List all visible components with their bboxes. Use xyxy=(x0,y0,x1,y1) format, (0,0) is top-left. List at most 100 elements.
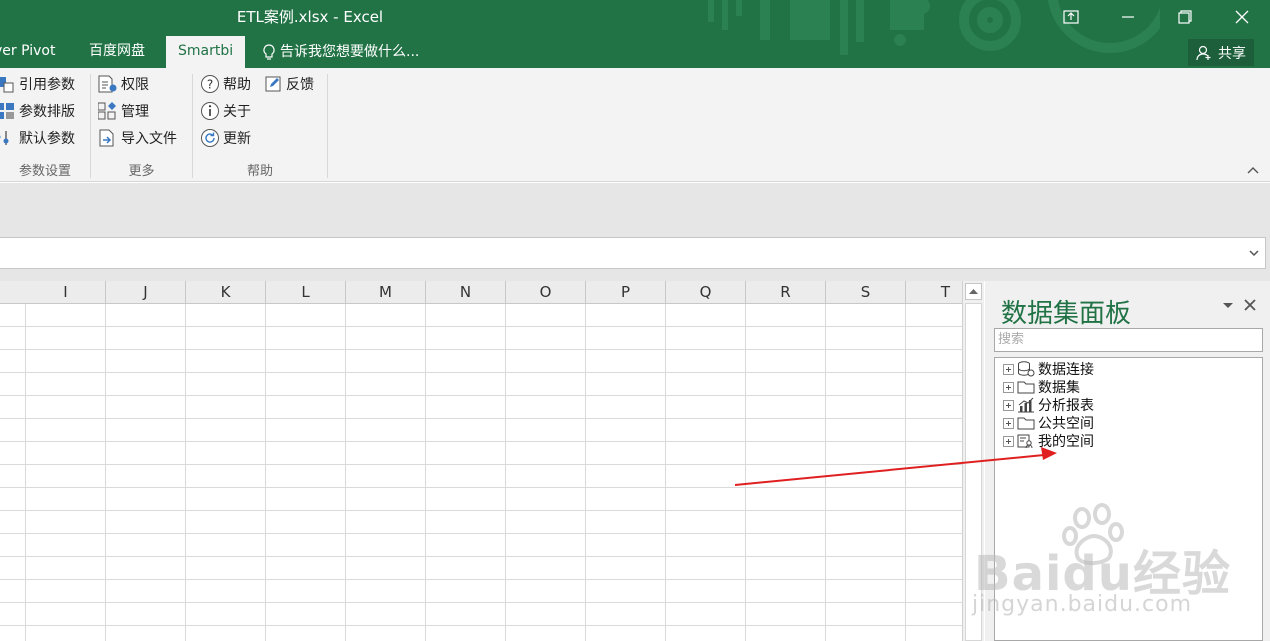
tab-smartbi[interactable]: Smartbi xyxy=(166,36,246,68)
column-header[interactable]: I xyxy=(26,281,106,304)
expand-plus-icon[interactable] xyxy=(1003,381,1014,393)
column-header[interactable]: O xyxy=(506,281,586,304)
row-gridline xyxy=(0,326,962,327)
help-icon: ? xyxy=(201,75,219,93)
chevron-down-icon[interactable] xyxy=(1247,246,1261,260)
expand-plus-icon[interactable] xyxy=(1003,435,1014,447)
manage-button[interactable]: 管理 xyxy=(98,99,149,123)
minimize-button[interactable] xyxy=(1099,0,1156,34)
param-layout-button[interactable]: 参数排版 xyxy=(0,99,75,123)
share-button[interactable]: 共享 xyxy=(1188,39,1254,66)
column-gridline xyxy=(185,304,186,641)
scroll-up-button[interactable] xyxy=(965,283,982,300)
tree-item-dataset[interactable]: 数据集 xyxy=(1003,378,1080,396)
permission-button[interactable]: 权限 xyxy=(98,72,149,96)
row-gridline xyxy=(0,349,962,350)
row-gridline xyxy=(0,533,962,534)
lightbulb-icon xyxy=(263,43,275,60)
column-gridline xyxy=(745,304,746,641)
refresh-icon xyxy=(201,129,219,147)
window-title: ETL案例.xlsx - Excel xyxy=(236,8,384,26)
tree-item-analysis-report[interactable]: 分析报表 xyxy=(1003,396,1094,414)
person-icon xyxy=(1196,45,1211,60)
default-param-button[interactable]: 默认参数 xyxy=(0,126,75,150)
panel-menu-icon[interactable] xyxy=(1220,297,1236,313)
ribbon-separator xyxy=(327,74,328,178)
expand-plus-icon[interactable] xyxy=(1003,363,1014,375)
ribbon-display-button[interactable] xyxy=(1042,0,1099,34)
panel-close-icon[interactable] xyxy=(1242,297,1258,313)
close-button[interactable] xyxy=(1213,0,1270,34)
tree-item-data-connection[interactable]: 数据连接 xyxy=(1003,360,1094,378)
param-layout-label: 参数排版 xyxy=(19,104,75,120)
window-controls xyxy=(1042,0,1270,34)
ref-param-label: 引用参数 xyxy=(19,77,75,93)
column-header[interactable]: M xyxy=(346,281,426,304)
formula-bar[interactable] xyxy=(0,237,1266,269)
row-gridline xyxy=(0,441,962,442)
panel-search-input[interactable]: 搜索 xyxy=(994,328,1263,352)
row-gridline xyxy=(0,418,962,419)
column-header[interactable]: R xyxy=(746,281,826,304)
column-header[interactable]: L xyxy=(266,281,346,304)
feedback-icon xyxy=(265,76,281,92)
column-gridline xyxy=(825,304,826,641)
row-gridline xyxy=(0,372,962,373)
manage-icon xyxy=(98,102,116,120)
expand-plus-icon[interactable] xyxy=(1003,417,1014,429)
feedback-button[interactable]: 反馈 xyxy=(265,72,314,96)
tab-power-pivot[interactable]: ver Pivot xyxy=(0,36,55,68)
column-header[interactable]: S xyxy=(826,281,906,304)
column-gridline xyxy=(665,304,666,641)
watermark: Baidu经验 jingyan.baidu.com xyxy=(970,500,1240,641)
column-gridline xyxy=(265,304,266,641)
ribbon-tabs: ver Pivot 百度网盘 Smartbi 告诉我您想要做什么... xyxy=(0,36,1270,68)
ref-param-button[interactable]: 引用参数 xyxy=(0,72,75,96)
user-folder-icon xyxy=(1017,434,1033,449)
help-label: 帮助 xyxy=(223,77,251,93)
import-file-label: 导入文件 xyxy=(121,131,177,147)
column-gridline xyxy=(425,304,426,641)
row-gridline xyxy=(0,556,962,557)
column-header[interactable]: N xyxy=(426,281,506,304)
column-header[interactable]: T xyxy=(906,281,962,304)
column-header[interactable]: P xyxy=(586,281,666,304)
tell-me-box[interactable]: 告诉我您想要做什么... xyxy=(263,36,419,68)
ribbon-display-icon xyxy=(1062,10,1079,24)
arrow-up-icon xyxy=(969,289,978,294)
ribbon: 引用参数 参数排版 默认参数 参数设置 权限 管理 导入文件 更多 ? 帮助 反… xyxy=(0,68,1270,182)
row-gridline xyxy=(0,579,962,580)
restore-button[interactable] xyxy=(1156,0,1213,34)
default-param-label: 默认参数 xyxy=(19,131,75,147)
tree-label: 数据连接 xyxy=(1038,362,1094,378)
help-button[interactable]: ? 帮助 xyxy=(200,72,251,96)
row-gridline xyxy=(0,602,962,603)
column-header[interactable]: J xyxy=(106,281,186,304)
import-file-button[interactable]: 导入文件 xyxy=(98,126,177,150)
about-button[interactable]: 关于 xyxy=(200,99,251,123)
worksheet-grid[interactable]: IJKLMNOPQRST xyxy=(0,281,962,641)
tree-item-public-space[interactable]: 公共空间 xyxy=(1003,414,1094,432)
database-icon xyxy=(1018,361,1035,377)
tree-label: 公共空间 xyxy=(1038,416,1094,432)
update-button[interactable]: 更新 xyxy=(200,126,251,150)
tree-label: 我的空间 xyxy=(1038,434,1094,450)
expand-plus-icon[interactable] xyxy=(1003,399,1014,411)
column-gridline xyxy=(905,304,906,641)
tree-item-my-space[interactable]: 我的空间 xyxy=(1003,432,1094,450)
row-gridline xyxy=(0,395,962,396)
folder-icon xyxy=(1017,417,1035,430)
tree-label: 分析报表 xyxy=(1038,398,1094,414)
param-layout-icon xyxy=(0,103,14,119)
column-header[interactable]: Q xyxy=(666,281,746,304)
row-gridline xyxy=(0,487,962,488)
panel-title: 数据集面板 xyxy=(1001,299,1132,329)
permission-label: 权限 xyxy=(121,77,149,93)
column-header[interactable]: K xyxy=(186,281,266,304)
feedback-label: 反馈 xyxy=(286,77,314,93)
permission-icon xyxy=(98,75,117,93)
param-group-label: 参数设置 xyxy=(18,164,71,179)
tab-baidu-netdisk[interactable]: 百度网盘 xyxy=(89,36,145,68)
collapse-ribbon-icon[interactable] xyxy=(1246,164,1260,178)
tree-label: 数据集 xyxy=(1038,380,1080,396)
